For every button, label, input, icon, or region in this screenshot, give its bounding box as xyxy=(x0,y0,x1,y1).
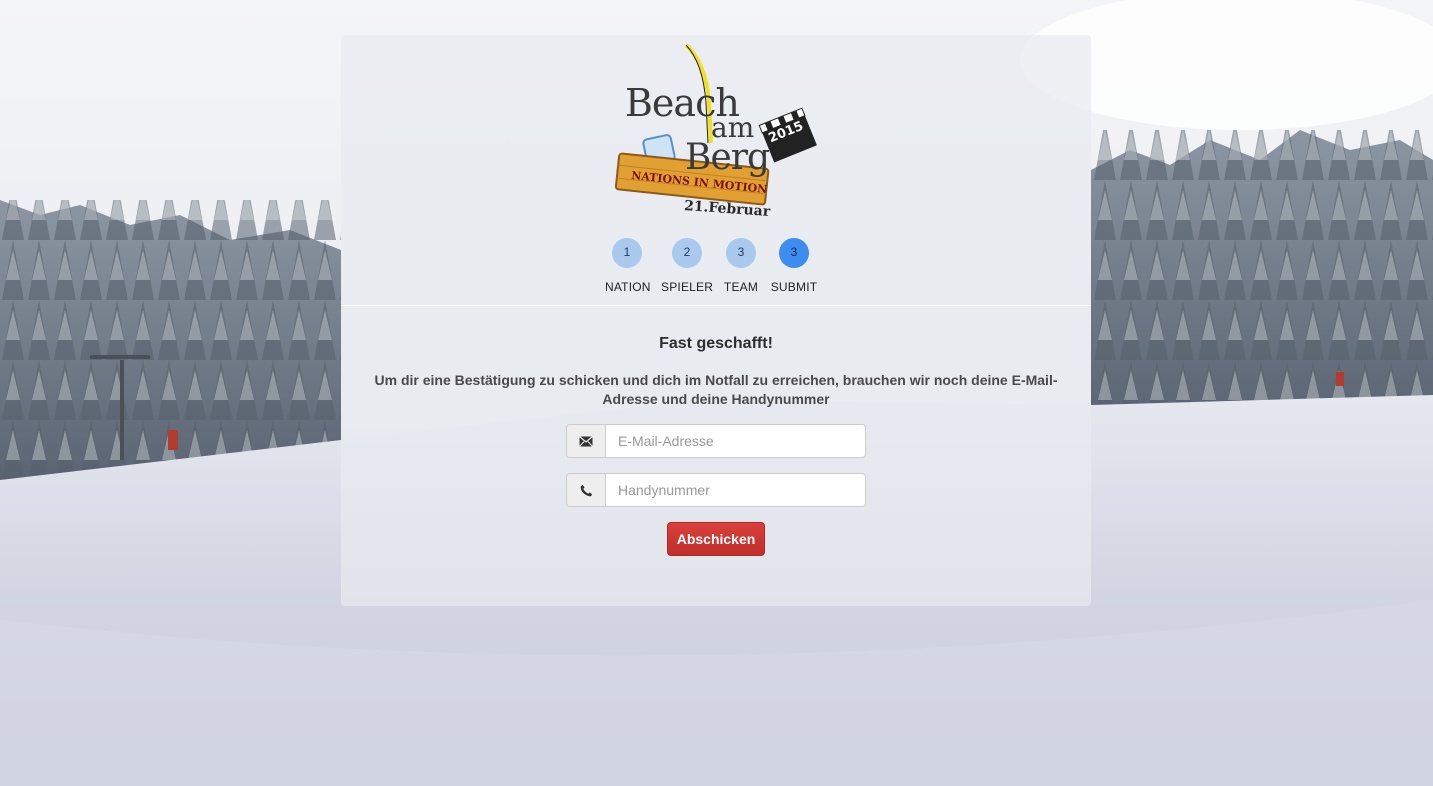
step-number: 3 xyxy=(779,238,809,268)
step-team: 3 TEAM xyxy=(723,238,759,294)
step-label: SPIELER xyxy=(661,280,714,294)
submit-button[interactable]: Abschicken xyxy=(667,522,765,556)
form-title: Fast geschafft! xyxy=(659,335,773,352)
email-input-group xyxy=(566,424,866,458)
phone-icon xyxy=(567,474,606,506)
step-label: SUBMIT xyxy=(770,280,818,294)
phone-input[interactable] xyxy=(606,474,865,506)
step-nation: 1 NATION xyxy=(605,238,651,294)
signup-card: Beach am Berg 2015 NATIONS IN MOTION 21.… xyxy=(341,35,1091,606)
email-input[interactable] xyxy=(606,425,865,457)
step-number: 2 xyxy=(672,238,702,268)
progress-steps: 1 NATION 2 SPIELER 3 TEAM 3 SUBMIT xyxy=(341,238,1091,298)
beach-am-berg-logo: Beach am Berg 2015 NATIONS IN MOTION 21.… xyxy=(611,43,821,223)
form-description: Um dir eine Bestätigung zu schicken und … xyxy=(374,372,1058,407)
card-divider xyxy=(341,305,1091,306)
logo-text-berg: Berg xyxy=(685,137,770,178)
step-number: 1 xyxy=(612,238,642,268)
phone-input-group xyxy=(566,473,866,507)
step-label: TEAM xyxy=(723,280,759,294)
envelope-icon xyxy=(567,425,606,457)
step-number: 3 xyxy=(726,238,756,268)
step-spieler: 2 SPIELER xyxy=(661,238,713,294)
step-submit: 3 SUBMIT xyxy=(770,238,818,294)
step-label: NATION xyxy=(605,280,651,294)
